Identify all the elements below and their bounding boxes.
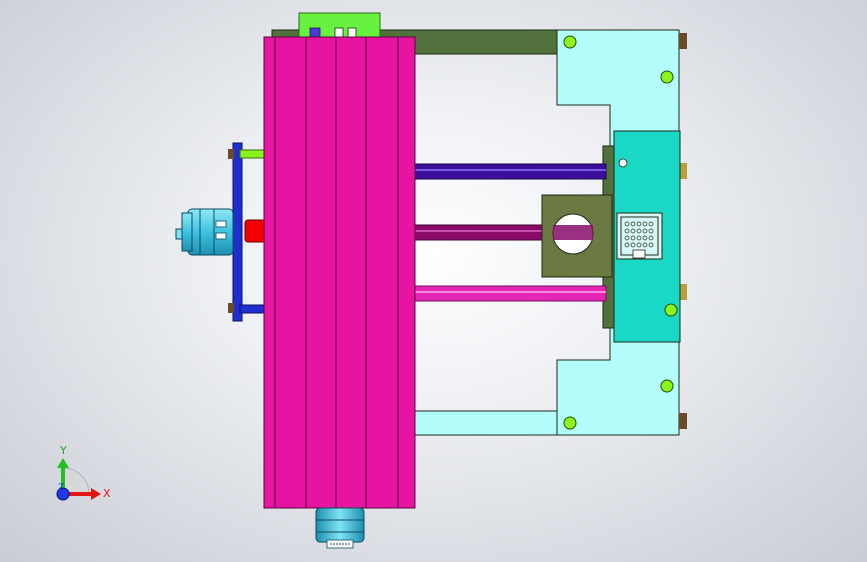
hex-bolt-icon <box>563 416 577 430</box>
motor-bracket-plate <box>232 142 243 322</box>
connector-grid-icon <box>616 212 663 260</box>
axis-y-label: Y <box>59 444 67 457</box>
assembly-drawing: Y X Z <box>56 12 687 549</box>
slide-bar-bottom <box>413 285 607 302</box>
top-block <box>298 12 381 40</box>
axis-z-label: Z <box>58 483 64 493</box>
axis-x-label: X <box>103 487 111 500</box>
motor-body <box>187 208 234 256</box>
slide-bar-top <box>413 163 607 180</box>
motor-bracket-arm-bottom <box>239 304 267 314</box>
end-plate-tab-bottom <box>679 413 687 429</box>
main-housing-body <box>263 36 416 509</box>
motor-bottom-body <box>315 507 365 543</box>
motor-bracket-arm-top <box>239 149 267 159</box>
motor-left <box>175 208 234 256</box>
cad-graphics-viewport[interactable]: Y X Z <box>0 0 867 562</box>
motor-bottom <box>315 507 365 549</box>
carriage-hole <box>618 158 628 168</box>
end-plate-tab-top <box>679 33 687 49</box>
hex-bolt-icon <box>563 35 577 49</box>
carriage-block <box>541 194 613 278</box>
rail-frame-bottom-bar <box>413 410 563 436</box>
hex-bolt-icon <box>660 379 674 393</box>
hex-bolt-icon <box>660 70 674 84</box>
main-housing <box>263 36 416 509</box>
hex-bolt-icon <box>664 303 678 317</box>
axis-triad-icon: Y X Z <box>56 444 111 501</box>
